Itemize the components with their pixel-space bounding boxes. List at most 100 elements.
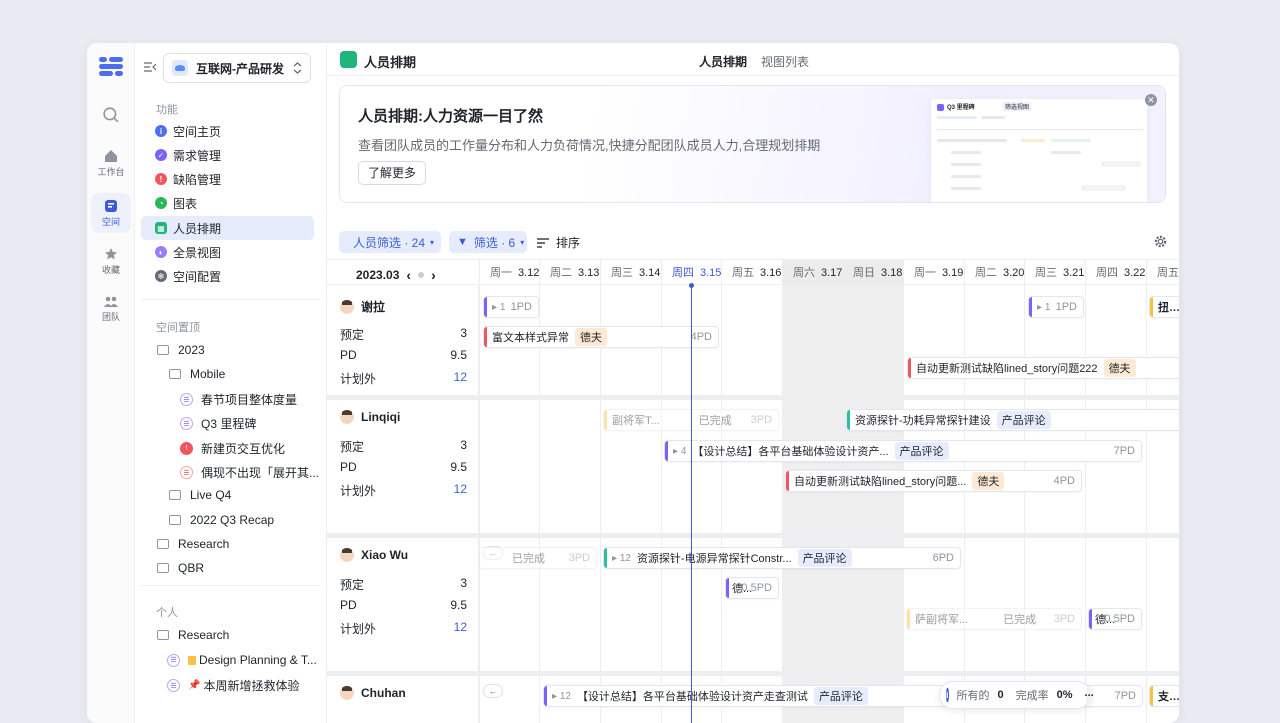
tree-doc[interactable]: ☰ Q3 里程碑 <box>180 415 256 432</box>
calendar-header: 2023.03 ‹ › 周一 3.12 周二 3.13 周三 3.14 周四 3.15 … <box>327 259 1179 286</box>
close-icon[interactable]: ✕ <box>1145 94 1157 106</box>
rail-space[interactable]: 空间 <box>91 193 131 233</box>
app-window: 工作台 空间 收藏 团队 互联网-产品研发 功能 i 空间主页 ✓ 需求管理 ! 缺陷… <box>87 43 1179 723</box>
day-header: 周三 3.21 <box>1024 260 1085 286</box>
status-pill: i 所有的 0 完成率 0% ... <box>939 681 1094 709</box>
task-bar[interactable]: ▸ 1 1PD <box>1028 296 1084 318</box>
nav-charts[interactable]: ◔ 图表 <box>141 191 314 215</box>
preview-icon <box>937 104 944 111</box>
workspace-logo-icon <box>172 60 188 76</box>
day-column <box>1024 285 1025 723</box>
tree-doc[interactable]: ☰ 📌 本周新增拯救体验 <box>167 677 299 694</box>
person-name[interactable]: Chuhan <box>340 686 406 700</box>
tree-label: Q3 里程碑 <box>201 417 257 431</box>
filter-button[interactable]: ▼ 筛选 · 6 ▾ <box>449 231 527 253</box>
list-icon: ☰ <box>180 417 193 430</box>
filter-icon: ▼ <box>457 236 468 248</box>
list-icon: ☰ <box>180 466 193 479</box>
day-header: 周一 3.19 <box>903 260 964 286</box>
person-name[interactable]: Xiao Wu <box>340 548 408 562</box>
main-area: 人员排期 人员排期 视图列表 人员排期:人力资源一目了然 查看团队成员的工作量分… <box>327 43 1179 723</box>
task-bar[interactable]: 自动更新测试缺陷lined_story问题222 德夫 <box>907 357 1179 379</box>
nav-space-home[interactable]: i 空间主页 <box>141 119 314 143</box>
status-label: 所有的 <box>956 690 990 702</box>
tree-label: 2023 <box>178 343 205 357</box>
sort-button[interactable]: 排序 <box>537 234 580 251</box>
intro-banner: 人员排期:人力资源一目了然 查看团队成员的工作量分布和人力负荷情况,快捷分配团队… <box>339 85 1166 203</box>
task-bar[interactable]: ▸ 1 1PD <box>483 296 539 318</box>
tab-staff-schedule[interactable]: 人员排期 <box>699 53 747 70</box>
prev-month-icon[interactable]: ‹ <box>406 267 411 283</box>
nav-space-config[interactable]: ✻ 空间配置 <box>141 264 314 288</box>
today-dot-icon[interactable] <box>418 272 425 278</box>
task-bar[interactable]: 支持普 <box>1149 685 1179 707</box>
tree-doc[interactable]: ☰ Design Planning & T... <box>167 653 317 667</box>
next-month-icon[interactable]: › <box>431 267 436 283</box>
tree-label: 春节项目整体度量 <box>201 393 298 407</box>
collapse-sidebar-icon[interactable] <box>144 61 156 73</box>
day-column <box>479 285 480 723</box>
rail-space-label: 空间 <box>101 217 120 227</box>
tree-doc[interactable]: ! 新建页交互优化 <box>180 440 285 457</box>
stat-row: PD 9.5 <box>340 598 467 612</box>
day-header: 周一 3.12 <box>479 260 539 286</box>
month-nav: 2023.03 ‹ › <box>356 267 436 283</box>
learn-more-button[interactable]: 了解更多 <box>358 161 427 185</box>
settings-gear-icon[interactable] <box>1154 235 1167 248</box>
task-bar[interactable]: 德... 0.5PD <box>1088 608 1142 630</box>
tree-folder[interactable]: Research <box>157 628 229 642</box>
weekend-column <box>782 285 842 723</box>
task-bar[interactable]: 德... 0.5PD <box>725 577 779 599</box>
tree-folder[interactable]: 2023 <box>157 343 205 357</box>
sidebar: 互联网-产品研发 功能 i 空间主页 ✓ 需求管理 ! 缺陷管理 ◔ 图表 ▦ 人员排期 … <box>135 43 327 723</box>
tree-folder[interactable]: QBR <box>157 561 204 575</box>
task-bar[interactable]: 已完成 3PD <box>479 547 597 569</box>
nav-requirements[interactable]: ✓ 需求管理 <box>141 143 314 167</box>
people-filter-label: 人员筛选 · 24 <box>353 235 426 250</box>
nav-label: 空间配置 <box>173 269 222 284</box>
task-bar[interactable]: ▸ 4 【设计总结】各平台基础体验设计资产... 产品评论 7PD <box>664 440 1142 462</box>
workspace-selector[interactable]: 互联网-产品研发 <box>163 53 311 83</box>
nav-label: 人员排期 <box>173 221 222 236</box>
task-bar[interactable]: 萨副将军... 已完成 3PD <box>906 608 1082 630</box>
rail-workbench[interactable]: 工作台 <box>91 143 131 183</box>
tree-label: 本周新增拯救体验 <box>203 679 300 693</box>
task-bar[interactable]: 资源探针-功耗异常探针建设 产品评论 <box>846 409 1179 431</box>
weekend-column <box>842 285 903 723</box>
tab-view-list[interactable]: 视图列表 <box>761 53 809 70</box>
workspace-name: 互联网-产品研发 <box>196 61 284 76</box>
tree-doc[interactable]: ☰ 偶现不出现「展开其... <box>180 464 319 481</box>
day-header: 周五 3.16 <box>721 260 782 286</box>
rail-team[interactable]: 团队 <box>91 288 131 328</box>
rail-team-label: 团队 <box>101 312 120 322</box>
avatar <box>340 686 354 700</box>
nav-defects[interactable]: ! 缺陷管理 <box>141 167 314 191</box>
task-bar[interactable]: 扭曲的 <box>1149 296 1179 318</box>
nav-panorama[interactable]: ◐ 全景视图 <box>141 240 314 264</box>
tree-folder[interactable]: Mobile <box>169 367 225 381</box>
nav-label: 缺陷管理 <box>173 172 222 187</box>
day-header: 周三 3.14 <box>600 260 661 286</box>
banner-preview-image: Q3 里程碑 筛选视图 <box>930 98 1148 202</box>
folder-icon <box>157 539 169 549</box>
rail-search[interactable] <box>91 95 131 135</box>
person-name[interactable]: Linqiqi <box>340 410 400 424</box>
month-label: 2023.03 <box>356 268 400 282</box>
tree-label: QBR <box>178 561 205 575</box>
person-name[interactable]: 谢拉 <box>340 298 385 315</box>
task-bar[interactable]: 富文本样式异常 德夫 4PD <box>483 326 719 348</box>
tree-folder[interactable]: Research <box>157 537 229 551</box>
app-logo-icon[interactable] <box>99 57 123 76</box>
folder-icon <box>169 490 181 500</box>
rail-favorites[interactable]: 收藏 <box>91 241 131 281</box>
tree-folder[interactable]: Live Q4 <box>169 488 231 502</box>
more-icon[interactable]: ... <box>1084 687 1094 703</box>
tree-doc[interactable]: ☰ 春节项目整体度量 <box>180 391 297 408</box>
nav-staff-schedule[interactable]: ▦ 人员排期 <box>141 216 314 240</box>
task-bar[interactable]: 自动更新测试缺陷lined_story问题... 德夫 4PD <box>785 470 1082 492</box>
scroll-back-button[interactable]: ← <box>483 684 503 698</box>
tree-folder[interactable]: 2022 Q3 Recap <box>169 513 274 527</box>
people-filter-button[interactable]: 人员筛选 · 24 ▾ <box>339 231 441 253</box>
task-bar[interactable]: ▸ 12 资源探针-电源异常探针Constr... 产品评论 6PD <box>603 547 961 569</box>
status-label: 完成率 <box>1015 690 1049 702</box>
